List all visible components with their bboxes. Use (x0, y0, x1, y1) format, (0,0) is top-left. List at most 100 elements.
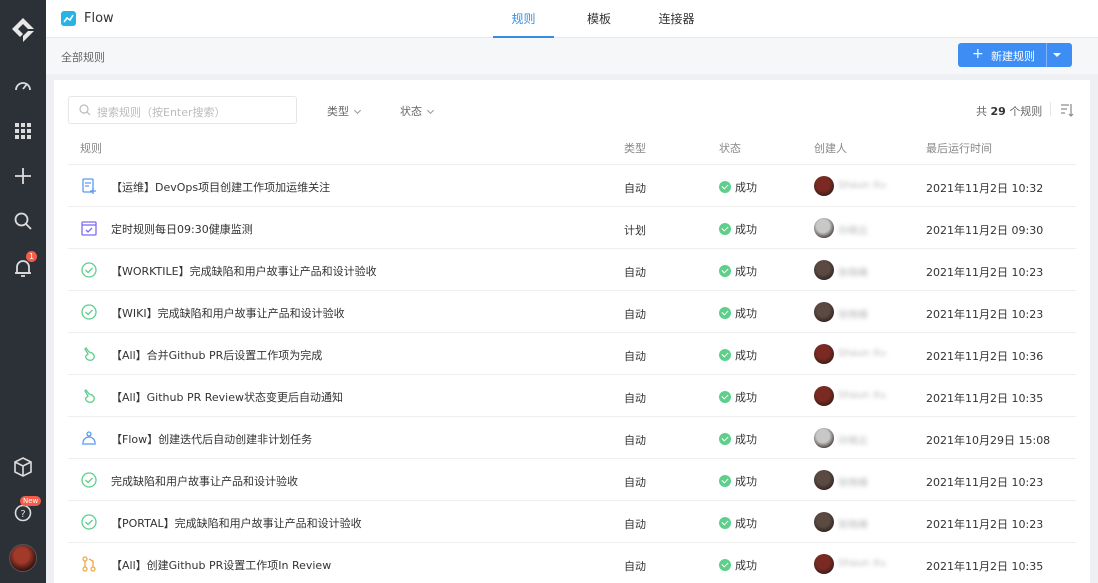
dashboard-icon[interactable] (0, 72, 46, 100)
rule-name[interactable]: 【All】创建Github PR设置工作项In Review (111, 557, 331, 573)
table-row[interactable]: 【运维】DevOps项目创建工作项加运维关注 自动 成功 Shaun Xu 2021年1… (68, 164, 1076, 206)
avatar (814, 428, 834, 448)
header-rule[interactable]: 规则 (80, 140, 102, 156)
avatar (814, 470, 834, 490)
status-badge: 成功 (719, 347, 757, 363)
check-circle-icon (80, 513, 98, 531)
rule-type: 自动 (624, 476, 646, 489)
table-row[interactable]: 【All】Github PR Review状态变更后自动通知 自动 成功 Shaun … (68, 374, 1076, 416)
rule-name[interactable]: 【运维】DevOps项目创建工作项加运维关注 (111, 179, 330, 195)
success-icon (719, 349, 731, 361)
notification-badge: 1 (26, 251, 37, 262)
rule-name[interactable]: 完成缺陷和用户故事让产品和设计验收 (111, 473, 298, 489)
rule-name[interactable]: 【Flow】创建迭代后自动创建非计划任务 (111, 431, 312, 447)
status-badge: 成功 (719, 431, 757, 447)
avatar (814, 554, 834, 574)
creator-name: Shaun Xu (838, 180, 886, 191)
new-rule-button[interactable]: + 新建规则 (958, 43, 1072, 67)
status-badge: 成功 (719, 473, 757, 489)
table-row[interactable]: 【WIKI】完成缺陷和用户故事让产品和设计验收 自动 成功 张晓峰 2021年11月2日… (68, 290, 1076, 332)
success-icon (719, 433, 731, 445)
divider (1050, 102, 1051, 116)
breadcrumb: 全部规则 (61, 51, 105, 64)
creator-name: 张晓峰 (838, 520, 868, 531)
rule-type: 自动 (624, 434, 646, 447)
status-badge: 成功 (719, 557, 757, 573)
hand-icon (80, 387, 98, 405)
svg-text:?: ? (20, 509, 25, 520)
new-rule-label: 新建规则 (991, 50, 1035, 63)
last-run-time: 2021年10月29日 15:08 (926, 434, 1051, 447)
last-run-time: 2021年11月2日 10:23 (926, 476, 1044, 489)
chevron-down-icon (353, 106, 362, 115)
apps-grid-icon[interactable] (0, 117, 46, 145)
last-run-time: 2021年11月2日 10:32 (926, 182, 1044, 195)
check-circle-icon (80, 471, 98, 489)
header-creator[interactable]: 创建人 (814, 140, 847, 156)
creator-name: Shaun Xu (838, 558, 886, 569)
avatar (814, 302, 834, 322)
tab-connectors[interactable]: 连接器 (649, 0, 704, 38)
table-row[interactable]: 【PORTAL】完成缺陷和用户故事让产品和设计验收 自动 成功 张晓峰 2021年11月… (68, 500, 1076, 542)
status-badge: 成功 (719, 221, 757, 237)
table-row[interactable]: 【All】合并Github PR后设置工作项为完成 自动 成功 Shaun Xu 202… (68, 332, 1076, 374)
rule-name[interactable]: 【All】Github PR Review状态变更后自动通知 (111, 389, 343, 405)
type-filter[interactable]: 类型 (327, 103, 362, 119)
tab-templates[interactable]: 模板 (578, 0, 620, 38)
last-run-time: 2021年11月2日 10:35 (926, 392, 1044, 405)
table-row[interactable]: 完成缺陷和用户故事让产品和设计验收 自动 成功 张晓峰 2021年11月2日 10:23 (68, 458, 1076, 500)
status-filter-label: 状态 (400, 105, 422, 118)
cube-icon[interactable] (0, 453, 46, 481)
search-input[interactable]: 搜索规则（按Enter搜索） (68, 96, 297, 124)
avatar (814, 260, 834, 280)
rule-type: 自动 (624, 350, 646, 363)
creator-name: 张晓峰 (838, 310, 868, 321)
status-filter[interactable]: 状态 (400, 103, 435, 119)
avatar (814, 218, 834, 238)
search-icon[interactable] (0, 207, 46, 235)
rule-name[interactable]: 【WORKTILE】完成缺陷和用户故事让产品和设计验收 (111, 263, 377, 279)
last-run-time: 2021年11月2日 10:35 (926, 560, 1044, 573)
header-status[interactable]: 状态 (719, 140, 741, 156)
header-type[interactable]: 类型 (624, 140, 646, 156)
rule-type: 计划 (624, 224, 646, 237)
table-row[interactable]: 定时规则每日09:30健康监测 计划 成功 孙晓云 2021年11月2日 09:30 (68, 206, 1076, 248)
sub-bar: 全部规则 + 新建规则 (46, 38, 1098, 74)
calendar-check-icon (80, 219, 98, 237)
caret-down-icon[interactable] (1053, 53, 1061, 57)
pull-request-icon (80, 555, 98, 573)
button-divider (1046, 43, 1047, 67)
rule-name[interactable]: 定时规则每日09:30健康监测 (111, 221, 253, 237)
success-icon (719, 181, 731, 193)
rule-name[interactable]: 【PORTAL】完成缺陷和用户故事让产品和设计验收 (111, 515, 362, 531)
rules-table: 【运维】DevOps项目创建工作项加运维关注 自动 成功 Shaun Xu 2021年1… (68, 164, 1076, 583)
rule-name[interactable]: 【WIKI】完成缺陷和用户故事让产品和设计验收 (111, 305, 345, 321)
success-icon (719, 223, 731, 235)
avatar[interactable] (9, 544, 37, 572)
success-icon (719, 559, 731, 571)
header-last-run[interactable]: 最后运行时间 (926, 140, 992, 156)
creator-name: 张晓峰 (838, 268, 868, 279)
status-badge: 成功 (719, 515, 757, 531)
success-icon (719, 391, 731, 403)
success-icon (719, 307, 731, 319)
top-bar: Flow 规则 模板 连接器 (46, 0, 1098, 38)
table-row[interactable]: 【Flow】创建迭代后自动创建非计划任务 自动 成功 孙晓云 2021年10月29日 1… (68, 416, 1076, 458)
bell-icon[interactable] (0, 254, 46, 282)
rule-count: 共 29 个规则 (976, 105, 1043, 118)
avatar (814, 344, 834, 364)
rule-type: 自动 (624, 308, 646, 321)
chevron-down-icon (426, 106, 435, 115)
avatar (814, 176, 834, 196)
tab-rules[interactable]: 规则 (493, 0, 554, 38)
rule-name[interactable]: 【All】合并Github PR后设置工作项为完成 (111, 347, 322, 363)
left-rail: 1 ? New (0, 0, 46, 583)
table-row[interactable]: 【All】创建Github PR设置工作项In Review 自动 成功 Shaun … (68, 542, 1076, 583)
sort-icon[interactable] (1060, 103, 1074, 120)
creator-name: 孙晓云 (838, 436, 868, 447)
rules-panel: 搜索规则（按Enter搜索） 类型 状态 共 29 个规则 规则 类型 状态 创… (54, 80, 1090, 583)
logo-icon[interactable] (0, 16, 46, 44)
plus-icon[interactable] (0, 162, 46, 190)
success-icon (719, 475, 731, 487)
table-row[interactable]: 【WORKTILE】完成缺陷和用户故事让产品和设计验收 自动 成功 张晓峰 2021年1… (68, 248, 1076, 290)
